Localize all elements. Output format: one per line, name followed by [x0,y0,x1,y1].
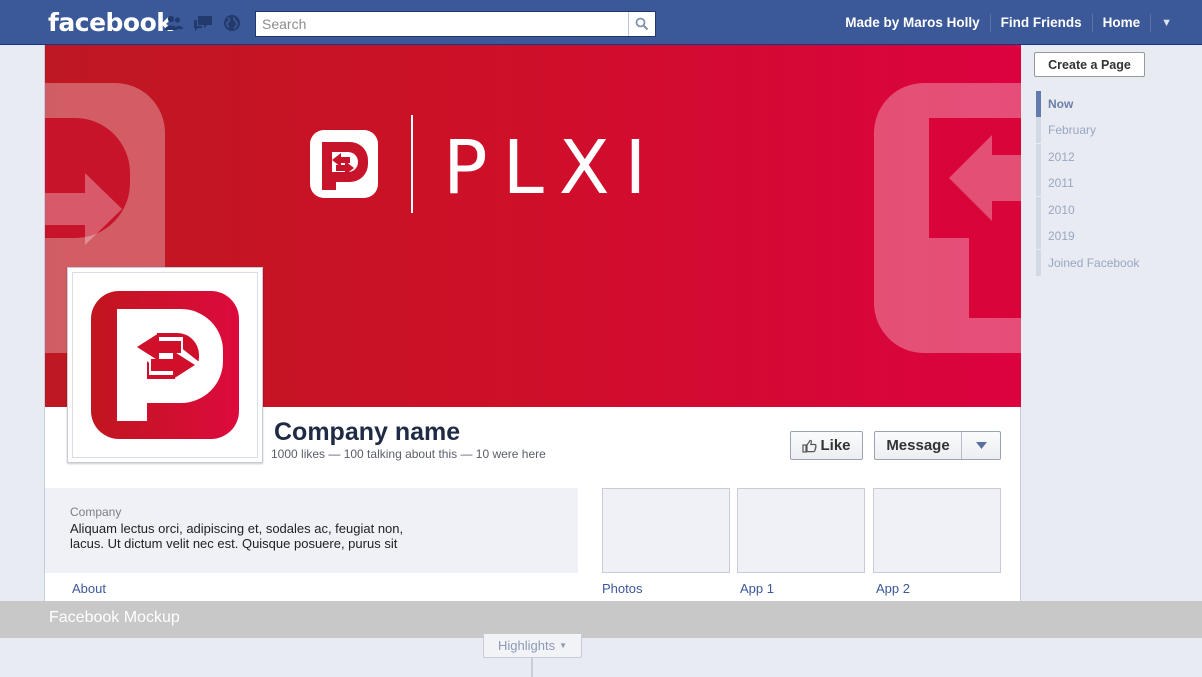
like-button-label: Like [820,437,851,454]
highlights-dropdown[interactable]: Highlights ▼ [483,634,582,658]
top-bar: facebook Made by Maros Holly Find Friend… [0,0,1202,45]
cover-right-logo-watermark-icon [874,83,1021,353]
timeline-item-2012[interactable]: 2012 [1036,144,1176,170]
facebook-logo[interactable]: facebook [48,8,173,37]
cover-brand-wordmark: PLXI [443,125,662,211]
app-2-tile-label[interactable]: App 2 [876,581,910,596]
timeline-main: PLXI Company name 1000 likes — 100 talki… [44,45,1021,601]
nav-profile-link[interactable]: Made by Maros Holly [835,13,991,32]
about-category: Company [70,505,122,519]
nav-home-link[interactable]: Home [1093,13,1152,32]
app-1-tile-label[interactable]: App 1 [740,581,774,596]
photos-tile-label[interactable]: Photos [602,581,642,596]
search-box [255,11,656,37]
photos-tile[interactable] [602,488,730,573]
cover-brand-divider [411,115,413,213]
notifications-globe-icon[interactable] [222,14,242,32]
timeline-item-2010[interactable]: 2010 [1036,197,1176,223]
messages-icon[interactable] [193,14,213,32]
chevron-down-icon [975,442,987,449]
timeline-spine [531,658,533,677]
account-menu-caret-icon[interactable]: ▼ [1151,17,1172,29]
timeline-item-2011[interactable]: 2011 [1036,170,1176,196]
page-actions-dropdown[interactable] [962,432,1000,459]
about-link[interactable]: About [72,581,106,596]
search-input[interactable] [256,12,628,36]
timeline-item-joined[interactable]: Joined Facebook [1036,250,1176,276]
create-page-button[interactable]: Create a Page [1034,52,1145,77]
app-2-tile[interactable] [873,488,1001,573]
page-title: Company name [274,418,461,446]
timeline-item-now[interactable]: Now [1036,91,1176,117]
about-description: Aliquam lectus orci, adipiscing et, soda… [70,521,404,551]
like-button[interactable]: Like [790,431,863,460]
friend-requests-icon[interactable] [164,14,184,32]
highlights-label: Highlights [497,638,556,653]
profile-picture-frame [72,272,258,458]
search-icon [635,17,649,31]
company-logo-icon [91,291,239,439]
nav-find-friends-link[interactable]: Find Friends [991,13,1093,32]
message-button[interactable]: Message [874,431,1001,460]
top-nav: Made by Maros Holly Find Friends Home ▼ [835,0,1172,45]
thumbs-up-icon [802,439,818,453]
caret-down-icon: ▼ [559,641,567,650]
about-box: Company Aliquam lectus orci, adipiscing … [45,488,578,573]
timeline-item-2019[interactable]: 2019 [1036,223,1176,249]
message-button-label: Message [875,432,962,459]
cover-brand-logo-icon [310,130,378,198]
app-1-tile[interactable] [737,488,865,573]
timeline-item-february[interactable]: February [1036,117,1176,143]
search-button[interactable] [628,12,655,36]
profile-picture[interactable] [67,267,263,463]
mockup-banner: Facebook Mockup [0,601,1202,638]
mockup-banner-text: Facebook Mockup [49,609,180,626]
page-stats: 1000 likes — 100 talking about this — 10… [271,447,546,461]
